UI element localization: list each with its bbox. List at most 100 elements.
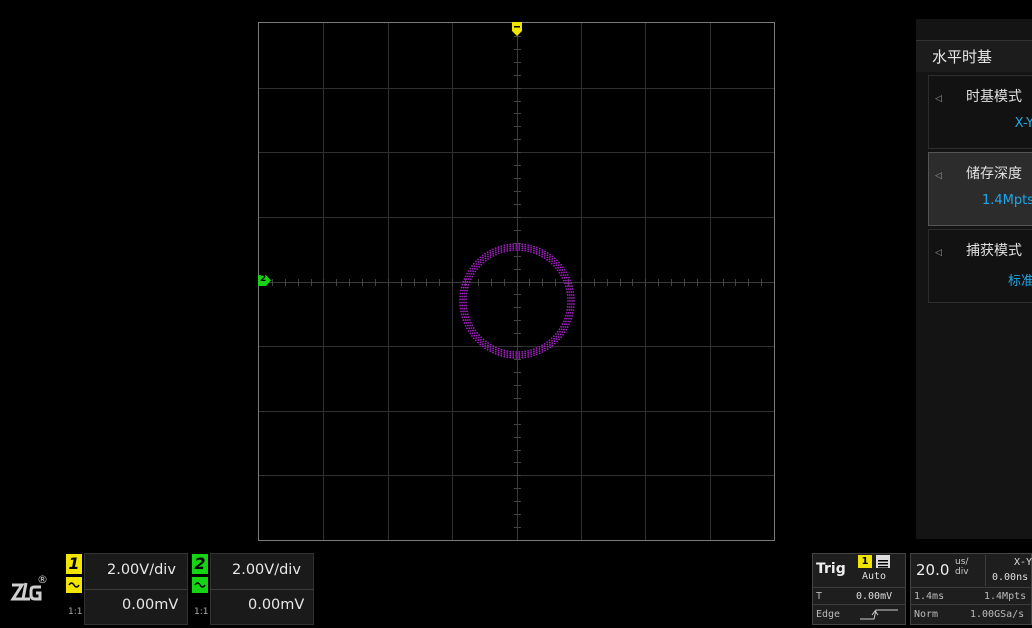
trace-point [465, 278, 468, 280]
trace-point [546, 341, 548, 344]
trace-point [570, 282, 573, 285]
trace-point [527, 353, 530, 356]
trace-point [549, 253, 552, 256]
trace-point [466, 310, 468, 313]
trace-point [538, 254, 541, 257]
trace-point [471, 324, 474, 327]
trace-point [538, 249, 541, 252]
trace-point [497, 248, 500, 251]
trace-point [533, 247, 535, 250]
acquire-mode: Norm [914, 609, 939, 620]
ch1-badge[interactable]: 1 [66, 554, 82, 574]
ch2-offset-marker[interactable]: 2 [258, 274, 271, 286]
trace-point [552, 264, 555, 267]
trace-point [482, 340, 485, 343]
menu-item-memory-depth[interactable]: ◁ 储存深度 1.4Mpts [928, 152, 1032, 226]
trace-point [503, 349, 506, 352]
trigger-position-marker[interactable] [512, 22, 522, 36]
trace-point [497, 252, 500, 255]
trace-point [569, 288, 572, 290]
sample-rate: 1.00GSa/s [970, 609, 1025, 620]
menu-item-timebase-mode[interactable]: ◁ 时基模式 X-Y [928, 75, 1032, 149]
trace-point [530, 249, 532, 251]
trace-point [503, 250, 506, 253]
trace-point [465, 292, 468, 295]
trigger-type: Edge [816, 609, 841, 620]
trace-point [566, 291, 569, 293]
trace-point [549, 344, 551, 346]
trace-point [559, 269, 561, 271]
trace-point [469, 275, 471, 278]
trace-point [570, 317, 573, 320]
trace-point [459, 301, 461, 304]
waveform-display[interactable] [258, 22, 775, 541]
trace-point [553, 259, 556, 262]
trace-point [549, 346, 552, 349]
trace-point [562, 279, 565, 282]
trace-point [566, 282, 568, 285]
trace-point [509, 243, 512, 246]
trace-point [566, 314, 569, 317]
trace-point [541, 351, 544, 353]
trace-point [551, 255, 554, 258]
trace-point [503, 246, 506, 249]
trace-point [518, 245, 521, 247]
trace-point [489, 345, 492, 348]
trace-point [524, 354, 527, 357]
ch2-scale: 2.00V/div [232, 562, 301, 578]
trace-point [546, 254, 549, 257]
trace-point [546, 258, 548, 261]
menu-item-label: 时基模式 [966, 89, 1022, 105]
trace-point [515, 353, 518, 355]
trace-point [569, 303, 571, 305]
trace-point [487, 255, 489, 258]
timebase-unit-bottom: div [955, 567, 969, 577]
trace-point [521, 247, 524, 250]
trace-point [572, 291, 575, 293]
menu-item-acquire-mode[interactable]: ◁ 捕获模式 标准 [928, 229, 1032, 303]
trace-point [484, 345, 487, 347]
trace-point [467, 278, 470, 281]
trace-point [459, 295, 462, 298]
trace-point [561, 323, 564, 325]
trace-point [560, 271, 563, 274]
trace-point [471, 275, 474, 278]
trace-point [565, 323, 568, 326]
trace-point [563, 276, 566, 279]
ch2-badge[interactable]: 2 [192, 554, 208, 574]
trace-point [568, 323, 570, 326]
trace-point [486, 348, 489, 351]
trace-point [530, 246, 533, 249]
trace-point [538, 350, 541, 353]
trace-point [489, 256, 492, 259]
trace-point [497, 246, 500, 248]
trace-point [546, 345, 549, 348]
menu-item-value: 1.4Mpts [981, 193, 1032, 208]
trigger-label: Trig [816, 561, 846, 577]
trace-point [477, 339, 480, 342]
trace-point [467, 321, 470, 324]
trace-point [484, 255, 487, 257]
trace-point [472, 337, 475, 340]
trace-point [571, 312, 574, 314]
trace-point [487, 344, 489, 347]
trace-point [500, 251, 503, 254]
trace-point [509, 245, 512, 248]
trace-point [486, 251, 489, 254]
trace-point [559, 331, 561, 333]
trace-point [497, 250, 500, 253]
trace-point [569, 312, 572, 314]
trace-point [541, 255, 543, 258]
trace-point [462, 313, 465, 316]
trace-point [461, 292, 464, 295]
rising-edge-icon [860, 609, 898, 620]
trace-point [497, 347, 500, 350]
trace-point [518, 351, 521, 353]
trace-point [484, 347, 486, 350]
trace-point [475, 339, 477, 342]
trace-point [563, 268, 566, 271]
trace-point [524, 245, 527, 248]
trace-point [548, 260, 551, 263]
trace-point [551, 342, 554, 345]
trace-point [479, 258, 482, 261]
